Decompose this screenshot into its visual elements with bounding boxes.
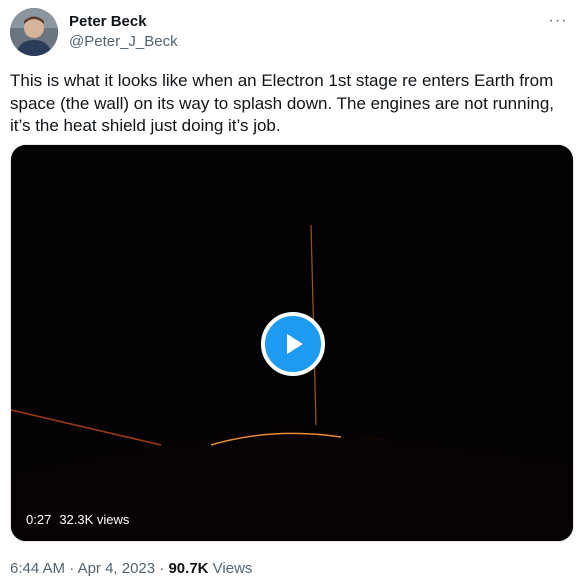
tweet-footer: 6:44 AM · Apr 4, 2023 · 90.7K Views (10, 559, 252, 579)
person-avatar-icon (10, 8, 58, 56)
separator: · (159, 560, 165, 577)
views-label: Views (212, 560, 253, 577)
author-avatar[interactable] (10, 8, 58, 56)
video-meta: 0:27 32.3K views (26, 511, 129, 529)
video-views: 32.3K views (59, 512, 130, 527)
play-button[interactable] (261, 312, 325, 376)
separator: · (69, 560, 75, 577)
tweet-date[interactable]: Apr 4, 2023 (78, 560, 156, 577)
more-horizontal-icon: ··· (548, 12, 568, 29)
views-count: 90.7K (168, 560, 209, 577)
play-icon (287, 334, 303, 354)
tweet-text: This is what it looks like when an Elect… (10, 71, 554, 135)
more-options-button[interactable]: ··· (543, 10, 573, 32)
author-name[interactable]: Peter Beck (69, 12, 147, 32)
video-duration: 0:27 (26, 512, 52, 527)
author-handle[interactable]: @Peter_J_Beck (69, 32, 178, 52)
tweet-time[interactable]: 6:44 AM (10, 560, 65, 577)
video-player[interactable]: 0:27 32.3K views (10, 144, 574, 542)
